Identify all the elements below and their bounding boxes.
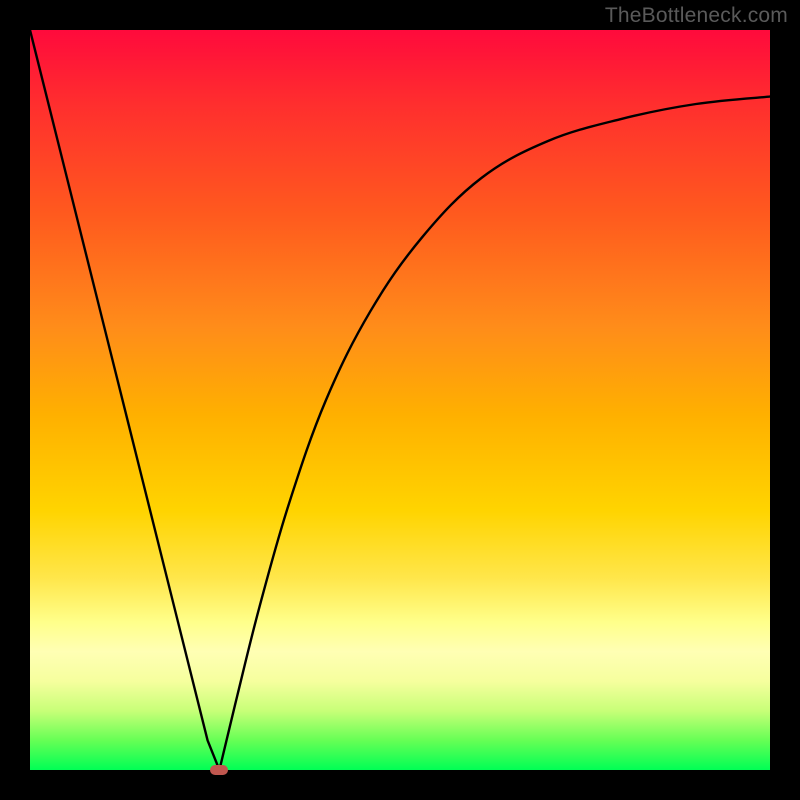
chart-frame: TheBottleneck.com	[0, 0, 800, 800]
curve-svg	[30, 30, 770, 770]
watermark-text: TheBottleneck.com	[605, 4, 788, 28]
minimum-marker	[210, 765, 228, 775]
plot-area	[30, 30, 770, 770]
bottleneck-curve	[30, 30, 770, 770]
